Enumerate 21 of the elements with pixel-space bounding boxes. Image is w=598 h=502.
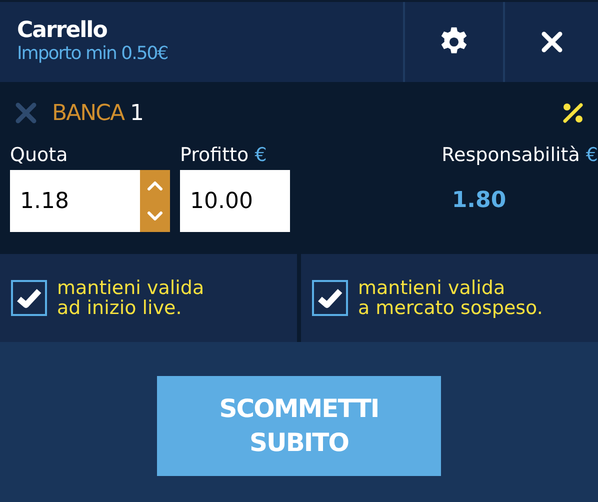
checkbox[interactable] xyxy=(11,280,47,316)
odds-stepper[interactable] xyxy=(140,170,170,232)
remove-icon xyxy=(14,101,38,125)
percent-icon[interactable] xyxy=(562,102,584,124)
profit-field[interactable]: 10.00 xyxy=(180,170,290,232)
odds-field[interactable]: 1.18 xyxy=(10,170,170,232)
bet-type: BANCA xyxy=(52,100,124,126)
checkmark-icon xyxy=(16,287,42,309)
close-icon xyxy=(540,30,564,54)
option-label: mantieni valida ad inizio live. xyxy=(57,278,204,318)
selection-number: 1 xyxy=(130,100,144,126)
liability-value: 1.80 xyxy=(450,188,508,213)
checkmark-icon xyxy=(317,287,343,309)
profit-label: Profitto € xyxy=(180,144,268,166)
minimum-amount: Importo min 0.50€ xyxy=(17,43,169,65)
checkbox[interactable] xyxy=(312,280,348,316)
odds-label: Quota xyxy=(10,144,69,166)
liability-label: Responsabilità € xyxy=(442,144,598,166)
stepper-arrows-icon xyxy=(147,179,163,223)
cart-title: Carrello xyxy=(17,19,108,43)
option-label: mantieni valida a mercato sospeso. xyxy=(358,278,543,318)
